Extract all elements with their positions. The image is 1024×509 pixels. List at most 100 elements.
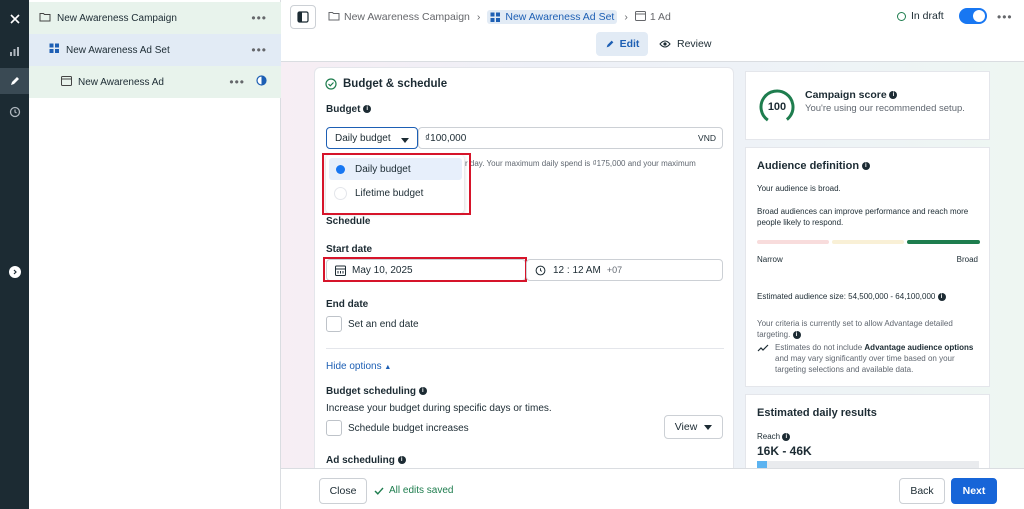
footer: Close All edits saved Back Next	[281, 468, 1024, 509]
chevron-right-icon: ›	[624, 11, 628, 23]
info-icon[interactable]: i	[889, 91, 898, 100]
budget-amount: ₫100,000	[425, 132, 467, 144]
more-icon[interactable]: •••	[229, 75, 245, 89]
set-end-date-label: Set an end date	[348, 318, 419, 330]
checkbox[interactable]	[326, 420, 342, 436]
saved-status: All edits saved	[374, 485, 453, 496]
pencil-icon	[606, 40, 613, 48]
budget-scheduling-desc: Increase your budget during specific day…	[326, 403, 552, 414]
reach-bar-fill	[757, 461, 767, 468]
toggle-panel-button[interactable]	[290, 5, 316, 29]
set-end-date-checkbox[interactable]: Set an end date	[326, 316, 419, 332]
budget-amount-input[interactable]: ₫100,000 VND	[418, 127, 723, 149]
tab-review[interactable]: Review	[659, 32, 711, 56]
audience-title: Audience definition i	[757, 160, 870, 172]
crumb-campaign[interactable]: New Awareness Campaign	[344, 11, 470, 23]
start-date-label: Start date	[326, 244, 373, 255]
draft-toggle[interactable]	[959, 8, 987, 24]
audience-criteria: Your criteria is currently set to allow …	[757, 319, 953, 339]
budget-scheduling-label: Budget scheduling i	[326, 386, 427, 397]
meter-broad-label: Broad	[956, 255, 978, 264]
ad-scheduling-label: Ad scheduling i	[326, 455, 406, 466]
start-time-value: 12 : 12 AM	[553, 264, 601, 276]
adset-grid-icon	[490, 12, 501, 22]
breadcrumb: New Awareness Campaign › New Awareness A…	[328, 9, 671, 25]
tab-edit-label: Edit	[619, 38, 640, 50]
tab-edit[interactable]: Edit	[596, 32, 648, 56]
clock-icon	[535, 265, 546, 275]
caret-up-icon: ▲	[384, 364, 392, 371]
check-icon	[374, 487, 384, 495]
chart-icon[interactable]	[0, 38, 29, 64]
close-icon[interactable]	[0, 6, 29, 32]
reach-value: 16K - 46K	[757, 444, 812, 458]
main-canvas: Budget & schedule Budget i Daily budget …	[281, 62, 1024, 468]
audience-size: Estimated audience size: 54,500,000 - 64…	[757, 292, 946, 301]
pencil-icon[interactable]	[0, 68, 29, 94]
budget-type-select[interactable]: Daily budget	[326, 127, 418, 149]
more-icon[interactable]: •••	[997, 10, 1013, 24]
hide-options-link[interactable]: Hide options ▲	[326, 361, 391, 372]
crumb-adset[interactable]: New Awareness Ad Set	[487, 10, 618, 24]
info-icon[interactable]: i	[792, 330, 801, 339]
half-circle-icon	[256, 75, 267, 89]
tree-campaign-label: New Awareness Campaign	[57, 12, 177, 24]
more-icon[interactable]: •••	[251, 11, 267, 25]
info-icon[interactable]: i	[363, 105, 372, 114]
tree-ad-label: New Awareness Ad	[78, 76, 164, 88]
tree-item-ad[interactable]: New Awareness Ad •••	[29, 66, 281, 98]
start-time-input[interactable]: 12 : 12 AM +07	[526, 259, 723, 281]
view-button[interactable]: View	[664, 415, 723, 439]
daily-results-card: Estimated daily results Reach i 16K - 46…	[745, 394, 990, 468]
end-date-label: End date	[326, 299, 369, 310]
info-icon[interactable]: i	[861, 162, 870, 171]
sidebar-icon	[297, 11, 309, 23]
status-label: In draft	[911, 10, 944, 22]
budget-schedule-card: Budget & schedule Budget i Daily budget …	[314, 67, 734, 468]
section-title: Budget & schedule	[343, 78, 448, 90]
meter-mid-segment	[832, 240, 904, 244]
tree-item-campaign[interactable]: New Awareness Campaign •••	[29, 2, 281, 34]
schedule-increases-checkbox[interactable]: Schedule budget increases	[326, 420, 469, 436]
clock-icon[interactable]	[0, 99, 29, 125]
meter-broad-segment	[907, 240, 980, 244]
highlight-box	[322, 153, 471, 215]
info-icon[interactable]: i	[937, 292, 946, 301]
check-circle-icon	[325, 78, 337, 90]
ad-icon	[634, 10, 646, 24]
meter-narrow-label: Narrow	[757, 255, 783, 264]
reach-label: Reach i	[757, 432, 791, 441]
info-icon[interactable]: i	[397, 456, 406, 465]
chevron-right-icon: ›	[476, 11, 481, 23]
score-title: Campaign score i	[805, 89, 898, 101]
audience-estimate-note: Estimates do not include Advantage audie…	[775, 343, 974, 374]
budget-type-value: Daily budget	[335, 132, 391, 144]
status-circle-icon	[897, 11, 906, 21]
tree-adset-label: New Awareness Ad Set	[66, 44, 170, 56]
left-rail	[0, 0, 29, 509]
folder-icon	[328, 11, 340, 24]
audience-broad-desc: Broad audiences can improve performance …	[757, 207, 969, 227]
next-button[interactable]: Next	[951, 478, 997, 504]
draft-status: In draft	[897, 10, 944, 22]
back-button[interactable]: Back	[899, 478, 945, 504]
tree-item-adset[interactable]: New Awareness Ad Set •••	[29, 34, 281, 66]
highlight-box	[323, 257, 527, 282]
crumb-ad[interactable]: 1 Ad	[650, 11, 671, 23]
audience-card: Audience definition i Your audience is b…	[745, 147, 990, 387]
close-button[interactable]: Close	[319, 478, 367, 504]
budget-helper-text: r day. Your maximum daily spend is ₫175,…	[465, 159, 696, 168]
expand-arrow-icon[interactable]	[0, 259, 29, 285]
budget-label: Budget i	[326, 104, 372, 115]
schedule-label: Schedule	[326, 216, 371, 227]
adset-grid-icon	[49, 43, 60, 57]
info-icon[interactable]: i	[418, 387, 427, 396]
results-title: Estimated daily results	[757, 407, 877, 419]
divider	[326, 348, 724, 349]
checkbox[interactable]	[326, 316, 342, 332]
info-icon[interactable]: i	[782, 432, 791, 441]
section-header: Budget & schedule	[325, 78, 447, 90]
tab-review-label: Review	[677, 38, 712, 50]
more-icon[interactable]: •••	[251, 43, 267, 57]
eye-icon	[659, 40, 671, 48]
